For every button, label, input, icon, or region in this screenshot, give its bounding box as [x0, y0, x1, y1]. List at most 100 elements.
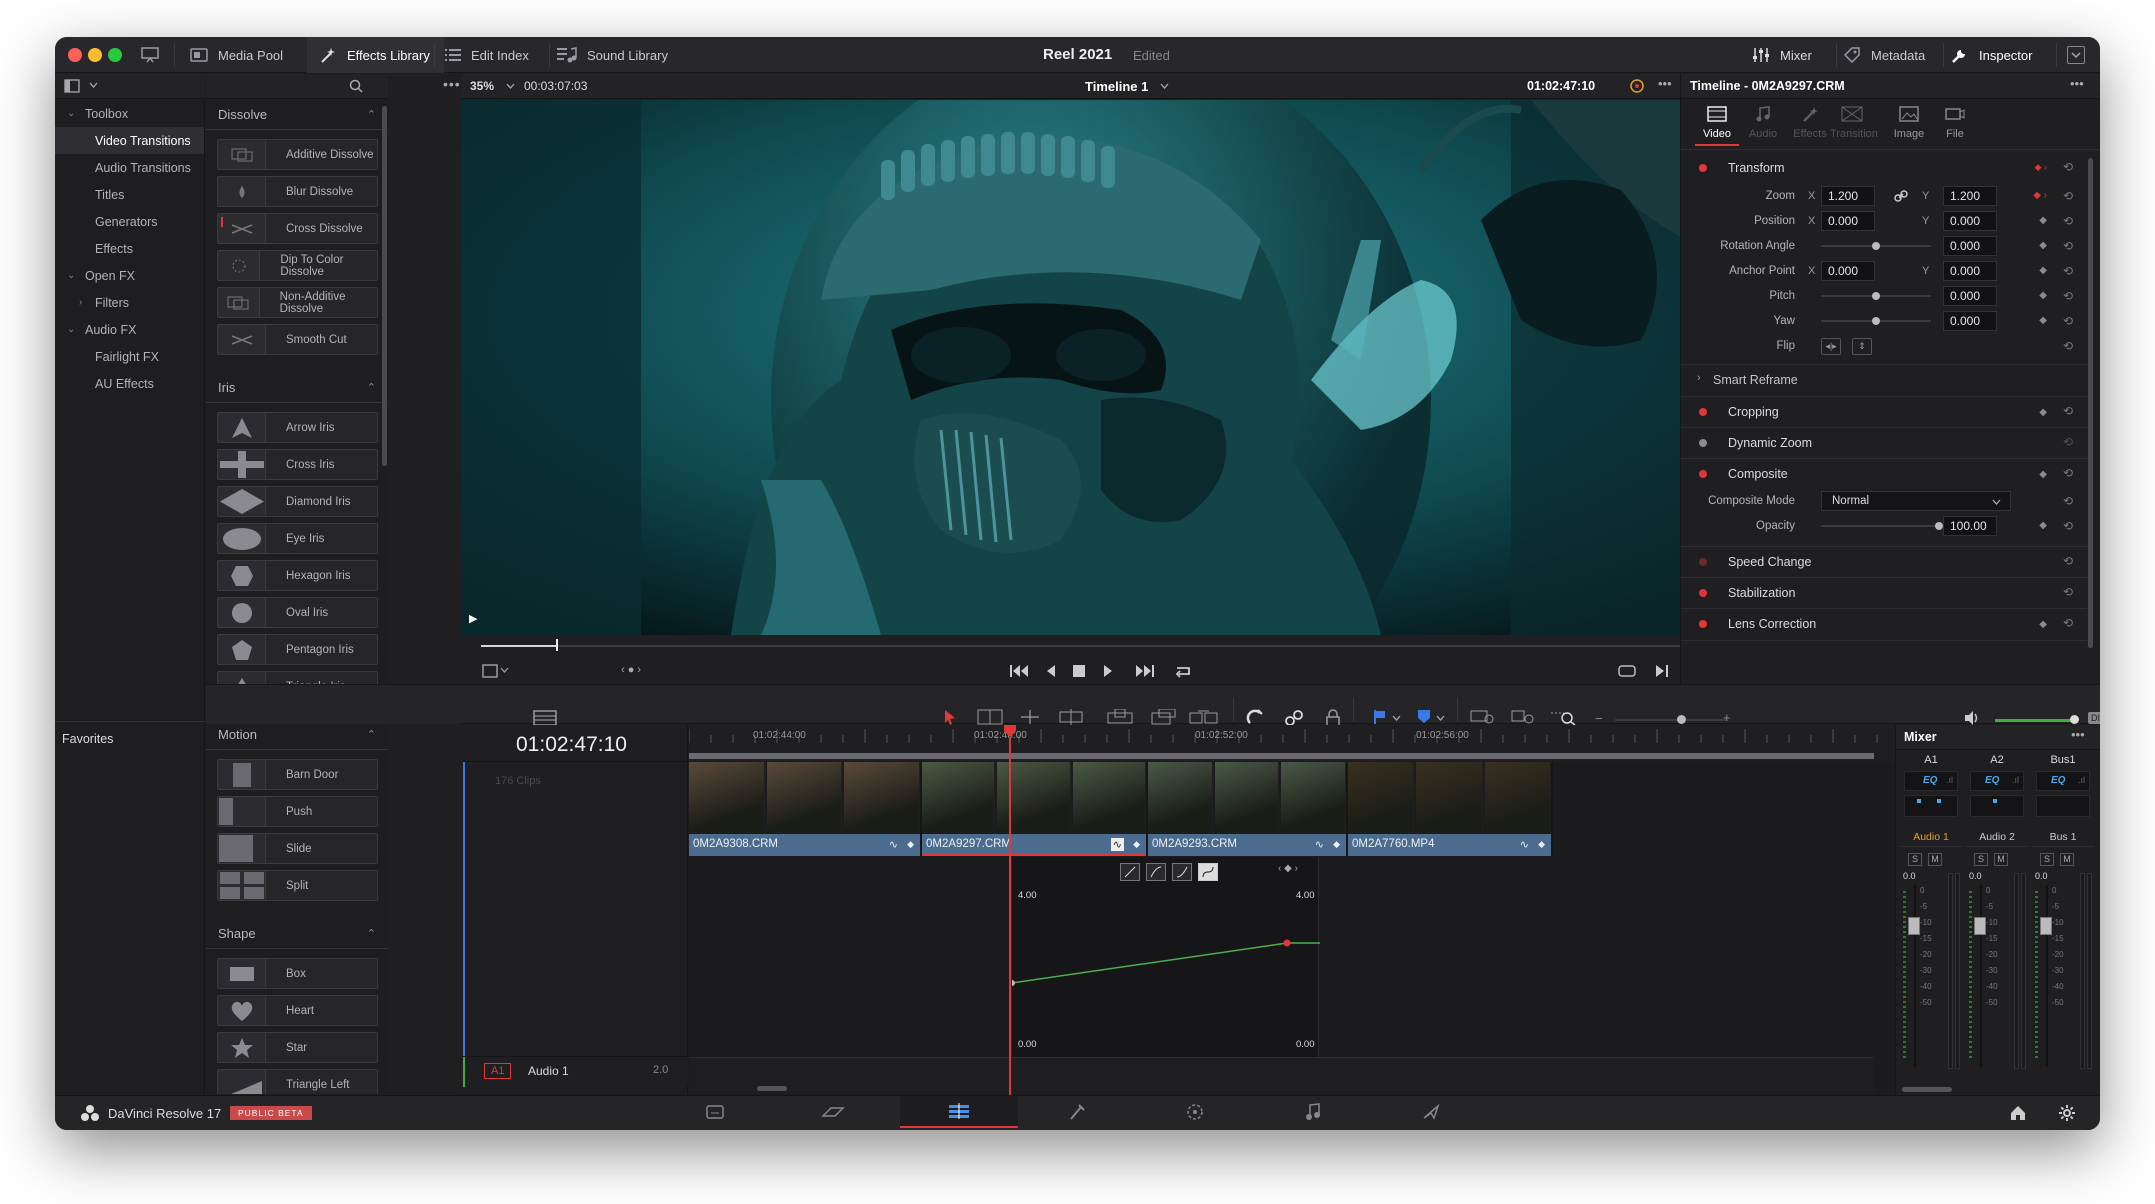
effect-split[interactable]: Split	[217, 870, 378, 901]
page-color-button[interactable]	[1136, 1096, 1254, 1128]
tab-transition[interactable]: Transition	[1830, 104, 1878, 146]
composite-mode-select[interactable]: Normal	[1821, 491, 2011, 511]
effect-triangle-left[interactable]: Triangle Left	[217, 1069, 378, 1094]
sound-library-button[interactable]: Sound Library	[557, 37, 668, 73]
keyframe-curve-editor[interactable]: ‹ ◆ › 4.00 4.00 0.00 0.00	[1011, 857, 1320, 1057]
edit-index-button[interactable]: Edit Index	[445, 37, 529, 73]
audio-track-id[interactable]: A1	[484, 1063, 512, 1079]
opacity-field[interactable]: 100.00	[1943, 516, 1997, 536]
mixer-fader[interactable]	[1974, 917, 1986, 935]
yaw-reset-icon[interactable]: ⟲	[2063, 314, 2073, 328]
clip-curve-icon[interactable]: ∿	[1315, 838, 1324, 851]
page-cut-button[interactable]	[774, 1096, 892, 1128]
flag-chevron-icon[interactable]	[1392, 715, 1401, 721]
speed-change-reset-icon[interactable]: ⟲	[2063, 554, 2073, 568]
go-to-end-icon[interactable]	[1135, 664, 1155, 678]
effects-group-motion[interactable]: Motion ⌃	[206, 720, 388, 750]
timeline-zoom-knob[interactable]	[1677, 715, 1686, 724]
anchor-y-field[interactable]: 0.000	[1943, 261, 1997, 281]
position-reset-icon[interactable]: ⟲	[2063, 214, 2073, 228]
yaw-field[interactable]: 0.000	[1943, 311, 1997, 331]
toolbox-item-au-effects[interactable]: AU Effects	[55, 370, 204, 397]
timeline-clip[interactable]: 0M2A7760.MP4 ∿ ◆	[1348, 762, 1553, 856]
composite-mode-reset-icon[interactable]: ⟲	[2063, 494, 2073, 508]
timeline-name[interactable]: Timeline 1	[1085, 79, 1148, 94]
opacity-slider[interactable]	[1821, 525, 1939, 527]
pitch-slider-knob[interactable]	[1872, 292, 1880, 300]
collapse-chevron-icon[interactable]: ⌃	[367, 927, 376, 940]
viewer-options-icon[interactable]: •••	[1658, 76, 1672, 91]
play-icon[interactable]	[1102, 664, 1114, 678]
effects-library-button[interactable]: Effects Library	[307, 37, 444, 73]
composite-mode-chevron-icon[interactable]	[1992, 499, 2001, 505]
flip-reset-icon[interactable]: ⟲	[2063, 339, 2073, 353]
lens-correction-keyframe-icon[interactable]: ◆	[2039, 619, 2047, 630]
effect-eye-iris[interactable]: Eye Iris	[217, 523, 378, 554]
transform-reset-icon[interactable]: ⟲	[2063, 160, 2073, 174]
timeline-clip[interactable]: 0M2A9308.CRM ∿ ◆	[689, 762, 922, 856]
toolbox-item-open-fx[interactable]: ⌄ Open FX	[55, 262, 204, 289]
rotation-reset-icon[interactable]: ⟲	[2063, 239, 2073, 253]
toolbox-item-fairlight-fx[interactable]: Fairlight FX	[55, 343, 204, 370]
collapse-chevron-icon[interactable]: ⌃	[367, 728, 376, 741]
viewer-crop-icon[interactable]	[481, 663, 499, 679]
clip-keyframe-icon[interactable]: ◆	[1333, 839, 1340, 850]
flag-icon[interactable]	[1373, 709, 1387, 725]
stabilization-enable-dot[interactable]	[1699, 589, 1707, 597]
more-options-icon[interactable]: •••	[443, 76, 461, 92]
opacity-slider-knob[interactable]	[1935, 522, 1943, 530]
effect-hexagon-iris[interactable]: Hexagon Iris	[217, 560, 378, 591]
solo-button[interactable]: S	[1908, 853, 1922, 866]
zoom-y-field[interactable]: 1.200	[1943, 186, 1997, 206]
toolbox-item-generators[interactable]: Generators	[55, 208, 204, 235]
solo-button[interactable]: S	[2040, 853, 2054, 866]
opacity-keyframe-icon[interactable]: ◆	[2039, 520, 2047, 531]
pitch-keyframe-icon[interactable]: ◆	[2039, 290, 2047, 301]
jog-control-icon[interactable]: ‹ ● ›	[621, 664, 641, 676]
close-window-button[interactable]	[68, 48, 82, 62]
composite-reset-icon[interactable]: ⟲	[2063, 466, 2073, 480]
scrub-bar[interactable]	[481, 645, 1731, 647]
position-keyframe-icon[interactable]: ◆	[2039, 215, 2047, 226]
effect-heart[interactable]: Heart	[217, 995, 378, 1026]
effect-smooth-cut[interactable]: Smooth Cut	[217, 324, 378, 355]
inspector-scrollbar[interactable]	[2088, 158, 2093, 648]
rotation-keyframe-icon[interactable]: ◆	[2039, 240, 2047, 251]
effect-box[interactable]: Box	[217, 958, 378, 989]
zoom-out-icon[interactable]: −	[1595, 711, 1603, 726]
toolbox-item-video-transitions[interactable]: Video Transitions	[55, 127, 204, 154]
inspector-button[interactable]: Inspector	[1951, 37, 2032, 73]
composite-enable-dot[interactable]	[1699, 470, 1707, 478]
page-fairlight-button[interactable]	[1254, 1096, 1372, 1128]
clip-keyframe-icon[interactable]: ◆	[1133, 839, 1140, 850]
tab-effects[interactable]: Effects	[1788, 104, 1832, 146]
clip-curve-icon[interactable]: ∿	[889, 838, 898, 851]
effect-arrow-iris[interactable]: Arrow Iris	[217, 412, 378, 443]
settings-gear-icon[interactable]	[2058, 1104, 2076, 1122]
lens-correction-section[interactable]: Lens Correction ◆ ⟲	[1681, 608, 2087, 638]
overwrite-clip-icon[interactable]	[1151, 709, 1177, 725]
mixer-fader[interactable]	[2040, 917, 2052, 935]
search-icon[interactable]	[349, 79, 363, 93]
tree-chevron-icon[interactable]: ⌄	[67, 324, 75, 335]
rotation-slider-knob[interactable]	[1872, 242, 1880, 250]
zoom-in-icon[interactable]: +	[1723, 710, 1731, 725]
rotation-field[interactable]: 0.000	[1943, 236, 1997, 256]
stop-icon[interactable]	[1072, 664, 1086, 678]
zoom-window-button[interactable]	[108, 48, 122, 62]
effect-cross-iris[interactable]: Cross Iris	[217, 449, 378, 480]
composite-keyframe-icon[interactable]: ◆	[2039, 469, 2047, 480]
anchor-x-field[interactable]: 0.000	[1821, 261, 1875, 281]
workspace-icon[interactable]	[140, 46, 160, 64]
position-x-field[interactable]: 0.000	[1821, 211, 1875, 231]
effect-oval-iris[interactable]: Oval Iris	[217, 597, 378, 628]
media-pool-button[interactable]: Media Pool	[190, 37, 283, 73]
tab-video[interactable]: Video	[1695, 104, 1739, 146]
clip-curve-icon[interactable]: ∿	[1110, 838, 1124, 851]
mixer-eq-button[interactable]: EQ .ıl	[1904, 771, 1958, 791]
pitch-reset-icon[interactable]: ⟲	[2063, 289, 2073, 303]
effect-dip-to-color-dissolve[interactable]: Dip To Color Dissolve	[217, 250, 378, 281]
toolbox-item-audio-transitions[interactable]: Audio Transitions	[55, 154, 204, 181]
dynamic-zoom-reset-icon[interactable]: ⟲	[2063, 435, 2073, 449]
tree-chevron-icon[interactable]: ⌄	[67, 270, 75, 281]
